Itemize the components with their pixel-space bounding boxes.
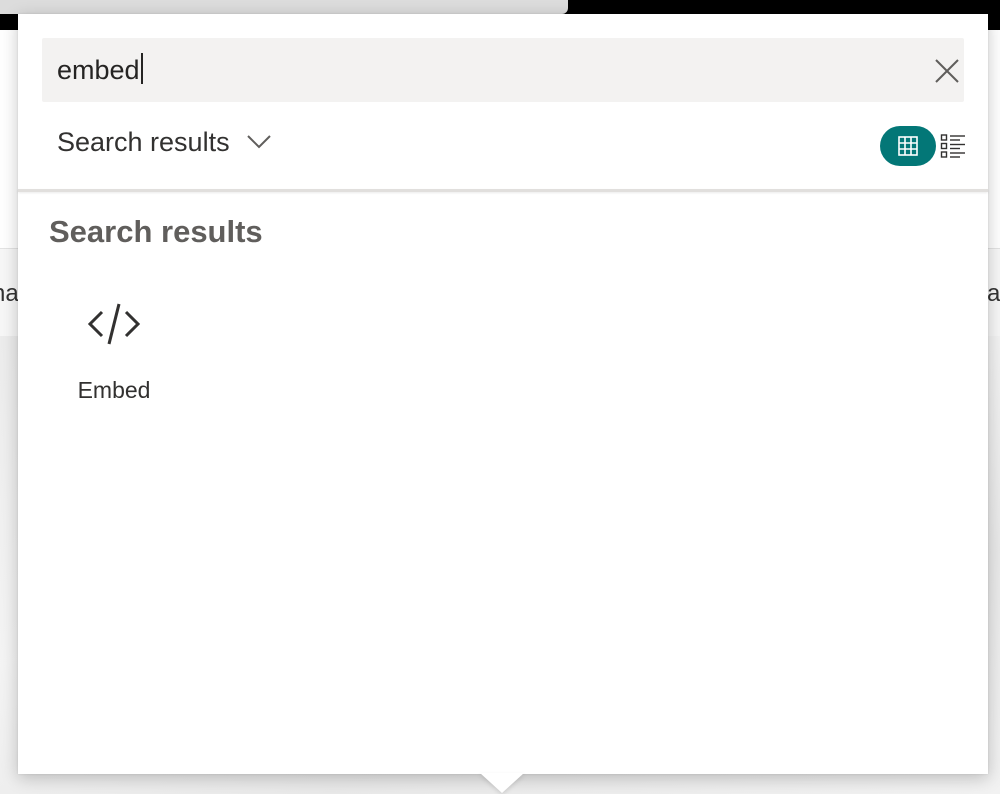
list-icon [940, 134, 965, 158]
results-heading: Search results [49, 214, 263, 249]
result-tile-label: Embed [77, 377, 151, 403]
search-input-value: embed [57, 55, 140, 85]
code-embed-icon [87, 303, 141, 345]
webpart-picker-panel: embed Search results Search results Embe… [18, 14, 988, 774]
panel-beak [480, 773, 524, 793]
close-icon [935, 59, 959, 83]
result-tile-embed[interactable]: Embed [62, 289, 166, 419]
list-view-button[interactable] [940, 133, 966, 159]
search-box[interactable]: embed [42, 38, 964, 102]
background-top-bar-tab [0, 0, 568, 14]
chevron-down-icon [246, 135, 271, 149]
grid-icon [898, 136, 918, 156]
category-filter-dropdown[interactable]: Search results [57, 122, 272, 162]
background-strip-text-left: na [0, 280, 19, 307]
background-strip-text-right: a [987, 280, 1000, 307]
header-divider [18, 189, 988, 192]
grid-view-button[interactable] [880, 126, 936, 166]
clear-search-button[interactable] [932, 56, 962, 86]
search-input[interactable]: embed [57, 52, 143, 88]
text-caret [140, 53, 143, 84]
category-filter-label: Search results [57, 126, 230, 157]
